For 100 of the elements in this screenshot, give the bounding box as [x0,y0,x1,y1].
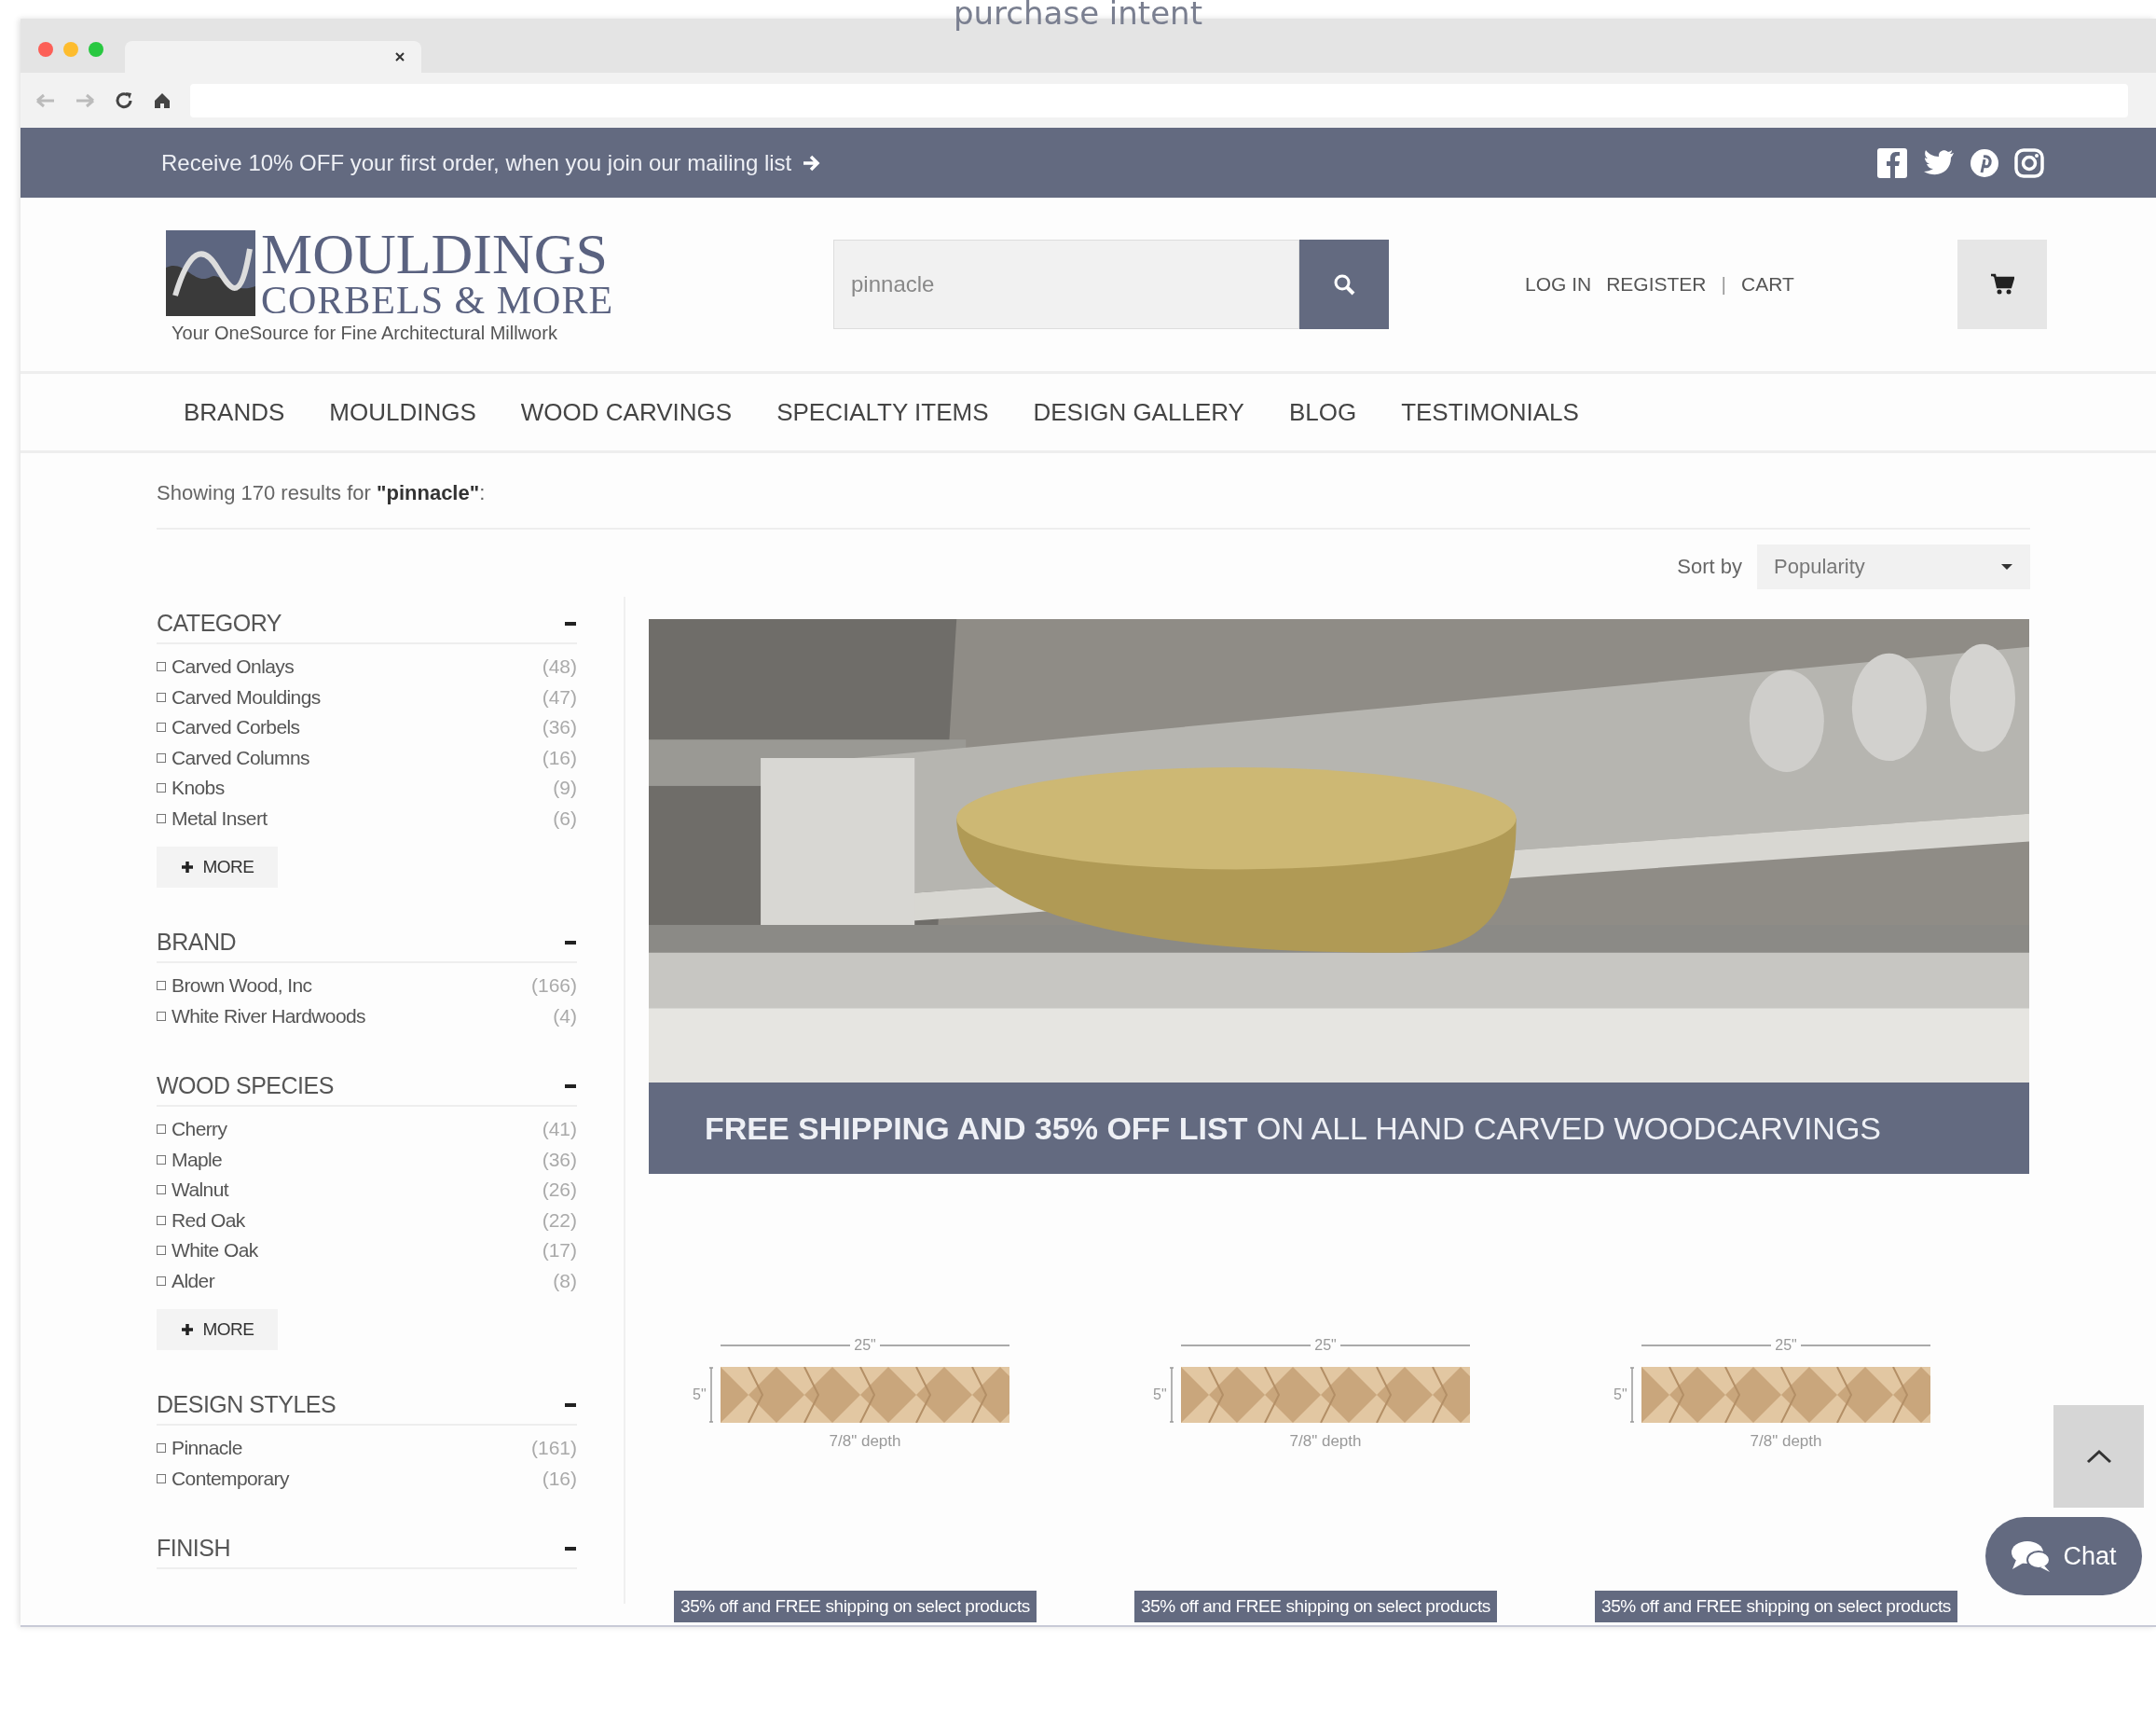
filter-checkbox[interactable] [157,1276,166,1286]
filter-option[interactable]: Brown Wood, Inc [172,974,531,998]
filter-count: (161) [530,1437,577,1460]
filter-checkbox[interactable] [157,723,166,733]
filter-option[interactable]: Knobs [172,777,554,800]
twitter-icon[interactable] [1923,148,1955,177]
filter-option[interactable]: Metal Insert [172,807,554,830]
reload-icon[interactable] [114,90,134,111]
chat-button[interactable]: Chat [1985,1517,2142,1595]
filter-checkbox[interactable] [157,1124,166,1135]
promo-link[interactable]: Receive 10% OFF your first order, when you join our mailing list [161,149,792,176]
filter-count: (4) [553,1004,577,1027]
filter-count: (17) [542,1239,577,1262]
filter-option[interactable]: Carved Columns [172,746,542,769]
facebook-icon[interactable] [1876,146,1908,179]
header-link[interactable]: LOG IN [1525,273,1592,296]
caret-icon [2000,563,2013,571]
filter-option[interactable]: Pinnacle [172,1437,531,1460]
filter-count: (41) [542,1118,577,1141]
filter-count: (8) [553,1269,577,1292]
caption-text: purchase intent [954,0,1202,32]
promo-badge: 35% off and FREE shipping on select products [1134,1591,1497,1622]
logo-title[interactable]: MOULDINGS [261,225,614,282]
filter-count: (6) [553,807,577,830]
filter-checkbox[interactable] [157,1215,166,1225]
nav-item[interactable]: BRANDS [184,397,285,427]
filter-option[interactable]: Red Oak [172,1208,542,1232]
cart-button[interactable] [1957,240,2047,329]
more-button[interactable]: MORE [157,847,278,888]
filter-count: (47) [542,685,577,709]
header-link[interactable]: REGISTER [1606,273,1707,296]
filter-checkbox[interactable] [157,662,166,672]
filter-count: (16) [542,1467,577,1490]
filter-option[interactable]: Walnut [172,1179,542,1202]
filter-option[interactable]: Carved Corbels [172,716,542,739]
nav-item[interactable]: WOOD CARVINGS [520,397,733,427]
cart-icon [1990,273,2014,296]
more-button[interactable]: MORE [157,1309,278,1350]
depth-label: 7/8" depth [1750,1432,1822,1451]
filter-heading[interactable]: DESIGN STYLES [157,1391,336,1418]
filter-option[interactable]: Cherry [172,1118,542,1141]
filter-option[interactable]: Alder [172,1269,554,1292]
filter-checkbox[interactable] [157,783,166,793]
promo-badge: 35% off and FREE shipping on select products [1595,1591,1957,1622]
sort-dropdown[interactable]: Popularity [1757,545,2030,589]
chevron-up-icon [2085,1449,2112,1464]
nav-item[interactable]: SPECIALTY ITEMS [776,397,989,427]
filter-count: (36) [542,716,577,739]
filter-heading[interactable]: BRAND [157,929,236,956]
width-label: 25" [854,1337,876,1354]
filter-checkbox[interactable] [157,1185,166,1195]
filter-heading[interactable]: WOOD SPECIES [157,1072,334,1099]
window-controls-icon[interactable] [37,41,104,58]
filter-heading[interactable]: FINISH [157,1535,230,1562]
filter-count: (26) [542,1179,577,1202]
filter-option[interactable]: Carved Onlays [172,655,542,679]
nav-item[interactable]: MOULDINGS [329,397,476,427]
arrow-icon [803,154,822,172]
filter-count: (9) [553,777,577,800]
filter-option[interactable]: White Oak [172,1239,542,1262]
depth-label: 7/8" depth [829,1432,901,1451]
promo-banner[interactable]: FREE SHIPPING AND 35% OFF LIST ON ALL HAND CARVED WOODCARVINGS [649,619,2029,1174]
filter-checkbox[interactable] [157,692,166,702]
logo-subtitle: CORBELS & MORE [261,281,614,319]
plus-icon [180,861,194,874]
nav-item[interactable]: BLOG [1288,397,1357,427]
filter-option[interactable]: Maple [172,1148,542,1171]
filter-option[interactable]: White River Hardwoods [172,1004,554,1027]
filter-checkbox[interactable] [157,1154,166,1165]
instagram-icon[interactable] [2014,147,2044,178]
header-link[interactable]: CART [1741,273,1794,296]
banner-caption: FREE SHIPPING AND 35% OFF LIST ON ALL HAND CARVED WOODCARVINGS [649,1083,2029,1174]
close-icon[interactable] [395,52,405,62]
plus-icon [180,1323,194,1336]
promo-badge: 35% off and FREE shipping on select products [674,1591,1037,1622]
separator-text: | [1721,273,1726,296]
filter-heading[interactable]: CATEGORY [157,610,282,637]
filter-option[interactable]: Carved Mouldings [172,685,542,709]
dimension-line-icon [707,1367,714,1423]
filter-checkbox[interactable] [157,1473,166,1483]
filter-checkbox[interactable] [157,752,166,763]
results-summary: Showing 170 results for "pinnacle": [157,453,2030,530]
filter-option[interactable]: Contemporary [172,1467,542,1490]
filter-count: (22) [542,1208,577,1232]
depth-label: 7/8" depth [1289,1432,1362,1451]
filter-checkbox[interactable] [157,981,166,991]
chat-bubbles-icon [2011,1539,2053,1573]
filter-checkbox[interactable] [157,1011,166,1021]
nav-item[interactable]: TESTIMONIALS [1401,397,1579,427]
height-label: 5" [1614,1386,1627,1403]
filter-checkbox[interactable] [157,1443,166,1454]
nav-item[interactable]: DESIGN GALLERY [1033,397,1244,427]
dimension-line-icon [1628,1367,1635,1423]
filter-count: (16) [542,746,577,769]
height-label: 5" [1153,1386,1167,1403]
home-icon[interactable] [153,90,172,110]
filter-checkbox[interactable] [157,813,166,823]
pinterest-icon[interactable] [1970,147,1999,178]
filter-checkbox[interactable] [157,1246,166,1256]
filter-count: (166) [530,974,577,998]
